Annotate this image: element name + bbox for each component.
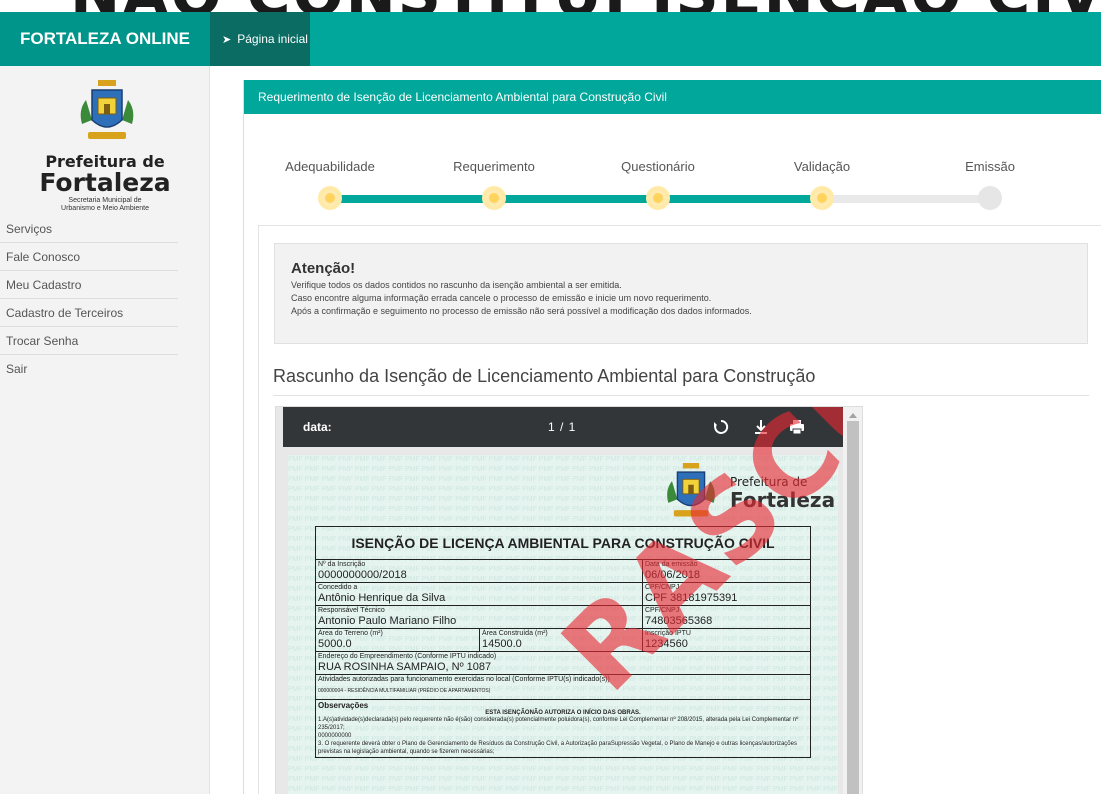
home-tab-label: Página inicial <box>237 32 308 46</box>
sidebar-item-trocar-senha[interactable]: Trocar Senha <box>0 327 178 355</box>
field-label: Endereço do Empreendimento (Conforme IPT… <box>318 653 497 660</box>
pdf-scrollbar[interactable] <box>843 407 862 794</box>
pdf-filename: data: <box>303 420 332 434</box>
home-tab[interactable]: ➤ Página inicial <box>210 12 310 66</box>
alert-title: Atenção! <box>291 260 356 277</box>
step-dot-requerimento <box>482 186 506 210</box>
field-value: RUA ROSINHA SAMPAIO, Nº 1087 <box>318 661 492 673</box>
step-label-adequabilidade: Adequabilidade <box>285 159 375 174</box>
step-dot-validacao <box>810 186 834 210</box>
sidebar-item-sair[interactable]: Sair <box>0 355 178 383</box>
field-area-terreno: Área do Terreno (m²) 5000.0 <box>315 628 480 652</box>
field-label: Nº da Inscrição <box>318 561 366 568</box>
field-value: 5000.0 <box>318 638 352 650</box>
sidebar-nav: Serviços Fale Conosco Meu Cadastro Cadas… <box>0 215 210 383</box>
panel-header: Requerimento de Isenção de Licenciamento… <box>244 80 1101 114</box>
step-label-emissao: Emissão <box>965 159 1015 174</box>
alert-line: Após a confirmação e seguimento no proce… <box>291 306 752 316</box>
obs-item: 3. O requerente deverá obter o Plano de … <box>318 741 797 755</box>
obs-item: 0000000000 <box>318 733 352 739</box>
scroll-thumb[interactable] <box>847 421 859 794</box>
pdf-viewer[interactable]: data: 1 / 1 PMF PMF PMF PMF PMF PMF PMF … <box>275 406 863 794</box>
logo-subtitle-line2: Urbanismo e Meio Ambiente <box>61 205 149 212</box>
logo-subtitle-line1: Secretaria Municipal de <box>68 197 142 204</box>
obs-item: 1.A(s)atividade(s)declarada(s) pelo requ… <box>318 717 799 731</box>
step-label-validacao: Validação <box>793 159 851 174</box>
field-observacoes: Observações ESTA ISENÇÃONÃO AUTORIZA O I… <box>315 699 811 758</box>
main-panel: Requerimento de Isenção de Licenciamento… <box>243 80 1101 794</box>
pdf-page: PMF PMF PMF PMF PMF PMF PMF PMF PMF PMF … <box>288 407 862 794</box>
obs-heading: Observações <box>318 701 369 710</box>
brand-link[interactable]: FORTALEZA ONLINE <box>0 12 210 66</box>
field-label: Atividades autorizadas para funcionament… <box>318 676 610 683</box>
step-dot-adequabilidade <box>318 186 342 210</box>
attention-alert: Atenção! Verifique todos os dados contid… <box>274 243 1088 344</box>
location-arrow-icon: ➤ <box>222 34 232 46</box>
scroll-up-arrow-icon[interactable] <box>849 413 857 418</box>
alert-line: Caso encontre alguma informação errada c… <box>291 293 712 303</box>
logo-subtitle: Secretaria Municipal de Urbanismo e Meio… <box>30 197 180 213</box>
step-dot-questionario <box>646 186 670 210</box>
sidebar-item-meu-cadastro[interactable]: Meu Cadastro <box>0 271 178 299</box>
sidebar-item-servicos[interactable]: Serviços <box>0 215 178 243</box>
section-title: Rascunho da Isenção de Licenciamento Amb… <box>273 366 1089 396</box>
logo-title-line2: Fortaleza <box>39 168 171 197</box>
sidebar-item-fale-conosco[interactable]: Fale Conosco <box>0 243 178 271</box>
step-dot-emissao <box>978 186 1002 210</box>
step-track-remaining <box>822 195 990 203</box>
top-bar: FORTALEZA ONLINE ➤ Página inicial <box>0 12 1101 66</box>
sidebar: Prefeitura de Fortaleza Secretaria Munic… <box>0 66 210 794</box>
prefeitura-logo: Prefeitura de Fortaleza Secretaria Munic… <box>30 80 180 215</box>
progress-stepper: Adequabilidade Requerimento Questionário… <box>244 114 1101 224</box>
field-value: 000000004 - RESIDÊNCIA MULTIFAMILIAR (PR… <box>318 688 491 694</box>
step-label-questionario: Questionário <box>621 159 695 174</box>
alert-line: Verifique todos os dados contidos no ras… <box>291 280 622 290</box>
pdf-page-counter: 1 / 1 <box>548 420 577 434</box>
field-endereco: Endereço do Empreendimento (Conforme IPT… <box>315 651 811 675</box>
city-crest-icon <box>80 80 134 139</box>
app-window: NÃO CONSTITUI ISENÇÃO CIVIL FORTALEZA ON… <box>0 0 1101 794</box>
content-box: Atenção! Verifique todos os dados contid… <box>258 225 1101 794</box>
field-label: Área do Terreno (m²) <box>318 630 383 637</box>
step-track-complete <box>326 195 822 203</box>
step-label-requerimento: Requerimento <box>453 159 535 174</box>
top-banner-heading: NÃO CONSTITUI ISENÇÃO CIVIL <box>0 0 1101 12</box>
field-atividades: Atividades autorizadas para funcionament… <box>315 674 811 700</box>
top-banner-text: NÃO CONSTITUI ISENÇÃO CIVIL <box>70 0 1101 12</box>
sidebar-item-cadastro-terceiros[interactable]: Cadastro de Terceiros <box>0 299 178 327</box>
